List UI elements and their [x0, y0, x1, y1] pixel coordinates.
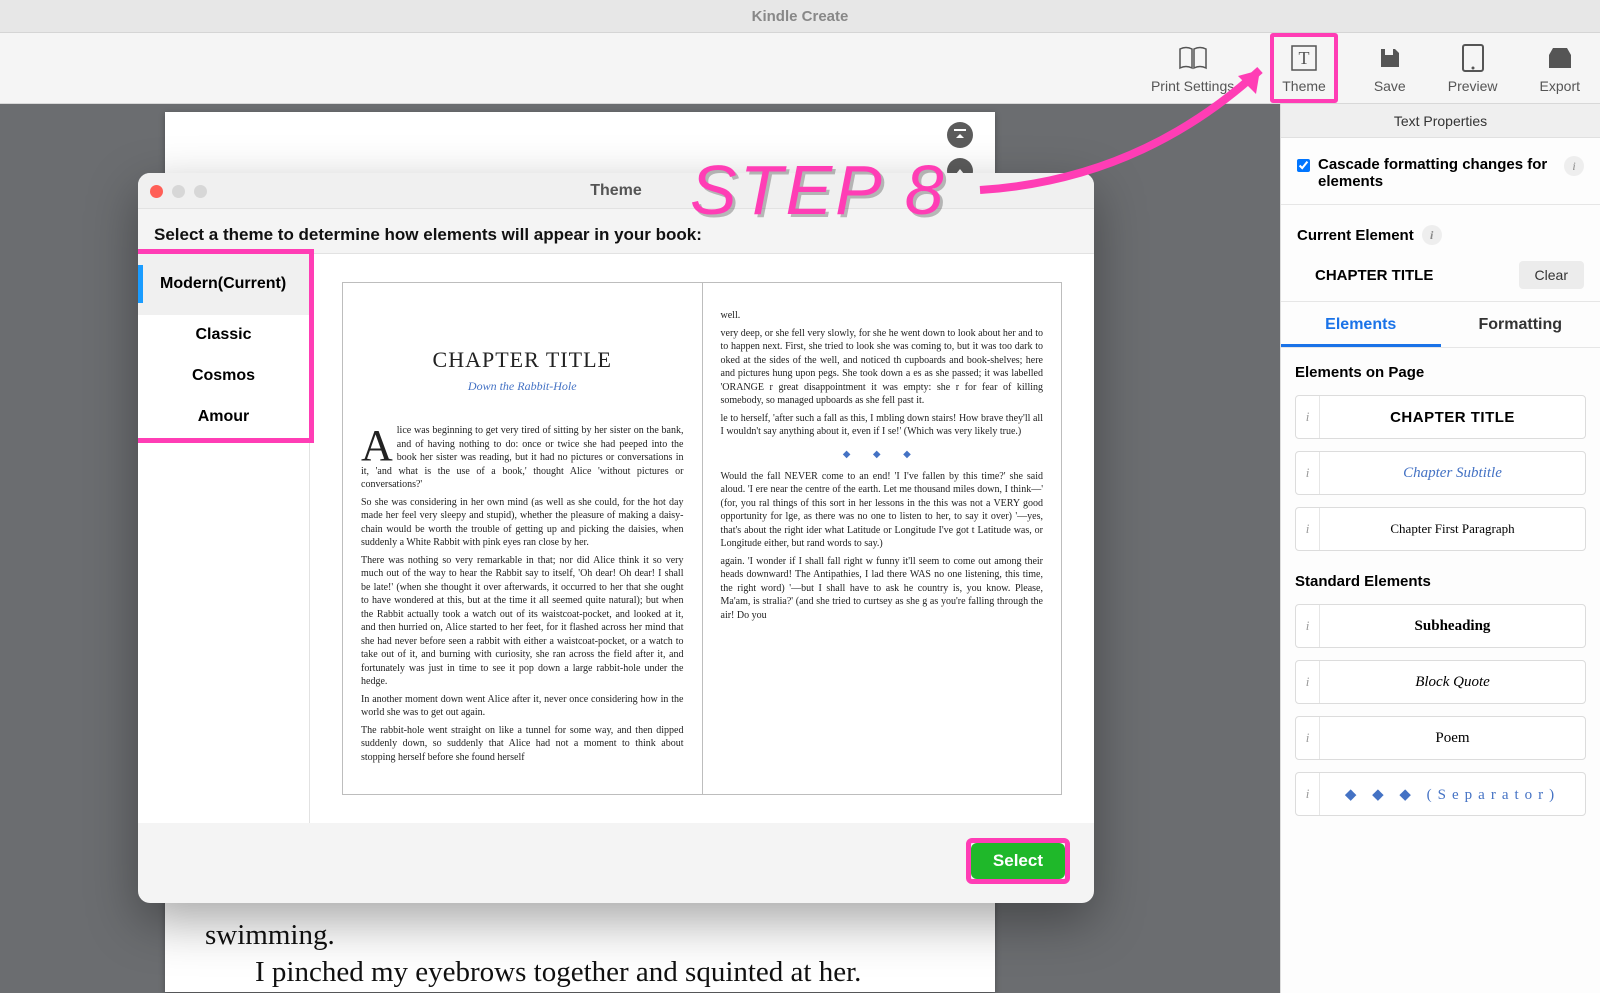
current-element-value: CHAPTER TITLE [1315, 267, 1433, 284]
info-icon[interactable]: i [1296, 661, 1320, 703]
element-chapter-subtitle[interactable]: i Chapter Subtitle [1295, 451, 1586, 495]
book-page-right: well. very deep, or she fell very slowly… [703, 283, 1062, 794]
close-window-icon[interactable] [150, 185, 163, 198]
preview-paragraph: There was nothing so very remarkable in … [361, 554, 684, 689]
theme-preview: CHAPTER TITLE Down the Rabbit-Hole Alice… [310, 254, 1094, 823]
zoom-window-icon [194, 185, 207, 198]
book-page-left: CHAPTER TITLE Down the Rabbit-Hole Alice… [343, 283, 703, 794]
document-visible-text: swimming. I pinched my eyebrows together… [205, 919, 861, 989]
selection-marker-icon [138, 265, 143, 303]
svg-text:T: T [1299, 48, 1310, 68]
panel-title: Text Properties [1281, 104, 1600, 138]
app-title: Kindle Create [752, 8, 849, 25]
book-spread: CHAPTER TITLE Down the Rabbit-Hole Alice… [342, 282, 1062, 795]
info-icon[interactable]: i [1564, 156, 1584, 176]
element-subheading[interactable]: i Subheading [1295, 604, 1586, 648]
tab-formatting[interactable]: Formatting [1441, 302, 1600, 347]
preview-paragraph: Alice was beginning to get very tired of… [361, 424, 684, 492]
export-button[interactable]: Export [1534, 33, 1586, 103]
modal-titlebar: Theme [138, 173, 1094, 209]
element-first-paragraph[interactable]: i Chapter First Paragraph [1295, 507, 1586, 551]
standard-elements-label: Standard Elements [1281, 557, 1600, 598]
cascade-option: Cascade formatting changes for elements … [1281, 138, 1600, 205]
modal-title: Theme [590, 182, 642, 200]
preview-separator: ◆ ◆ ◆ [721, 449, 1044, 460]
theme-list: Modern(Current) Classic Cosmos Amour [138, 254, 310, 823]
info-icon[interactable]: i [1296, 773, 1320, 815]
info-icon[interactable]: i [1296, 605, 1320, 647]
modal-instruction: Select a theme to determine how elements… [138, 209, 1094, 253]
current-element-label: Current Element [1297, 227, 1414, 244]
preview-button[interactable]: Preview [1442, 33, 1504, 103]
preview-paragraph: very deep, or she fell very slowly, for … [721, 327, 1044, 408]
element-separator[interactable]: i ◆ ◆ ◆ (Separator) [1295, 772, 1586, 816]
tablet-icon [1458, 43, 1488, 73]
element-chapter-title[interactable]: i CHAPTER TITLE [1295, 395, 1586, 439]
preview-paragraph: le to herself, 'after such a fall as thi… [721, 412, 1044, 439]
preview-paragraph: So she was considering in her own mind (… [361, 496, 684, 550]
preview-chapter-subtitle: Down the Rabbit-Hole [361, 379, 684, 394]
preview-paragraph: In another moment down went Alice after … [361, 693, 684, 720]
preview-paragraph: Would the fall NEVER come to an end! 'I … [721, 470, 1044, 551]
cascade-label: Cascade formatting changes for elements [1318, 156, 1556, 190]
book-icon [1178, 43, 1208, 73]
collapse-top-icon[interactable] [947, 122, 973, 148]
clear-button[interactable]: Clear [1519, 261, 1584, 289]
preview-paragraph: The rabbit-hole went straight on like a … [361, 724, 684, 765]
save-button[interactable]: Save [1368, 33, 1412, 103]
theme-list-highlight: Modern(Current) Classic Cosmos Amour [138, 249, 314, 443]
info-icon[interactable]: i [1296, 452, 1320, 494]
info-icon[interactable]: i [1296, 396, 1320, 438]
info-icon[interactable]: i [1422, 225, 1442, 245]
theme-item-cosmos[interactable]: Cosmos [138, 356, 309, 397]
app-titlebar: Kindle Create [0, 0, 1600, 33]
panel-tabs: Elements Formatting [1281, 302, 1600, 348]
dropcap: A [361, 424, 397, 463]
save-icon [1375, 43, 1405, 73]
select-button-highlight: Select [966, 838, 1070, 884]
preview-paragraph: well. [721, 309, 1044, 323]
theme-item-amour[interactable]: Amour [138, 397, 309, 438]
theme-button[interactable]: T Theme [1270, 33, 1338, 103]
theme-t-icon: T [1289, 43, 1319, 73]
preview-chapter-title: CHAPTER TITLE [361, 347, 684, 373]
select-button[interactable]: Select [971, 843, 1065, 879]
export-box-icon [1545, 43, 1575, 73]
window-traffic-lights [150, 185, 207, 198]
theme-item-classic[interactable]: Classic [138, 315, 309, 356]
modal-footer: Select [138, 823, 1094, 899]
element-block-quote[interactable]: i Block Quote [1295, 660, 1586, 704]
top-toolbar: Print Settings T Theme Save Preview Expo… [0, 33, 1600, 104]
text-properties-panel: Text Properties Cascade formatting chang… [1280, 104, 1600, 993]
info-icon[interactable]: i [1296, 717, 1320, 759]
minimize-window-icon [172, 185, 185, 198]
elements-on-page-label: Elements on Page [1281, 348, 1600, 389]
doc-text-line: I pinched my eyebrows together and squin… [255, 956, 861, 989]
print-settings-button[interactable]: Print Settings [1145, 33, 1240, 103]
theme-modal: Theme Select a theme to determine how el… [138, 173, 1094, 903]
theme-item-modern[interactable]: Modern(Current) [138, 254, 309, 315]
info-icon[interactable]: i [1296, 508, 1320, 550]
preview-paragraph: again. 'I wonder if I shall fall right w… [721, 555, 1044, 623]
cascade-checkbox[interactable] [1297, 159, 1310, 172]
tab-elements[interactable]: Elements [1281, 302, 1441, 347]
doc-text-line: swimming. [205, 919, 861, 952]
element-poem[interactable]: i Poem [1295, 716, 1586, 760]
